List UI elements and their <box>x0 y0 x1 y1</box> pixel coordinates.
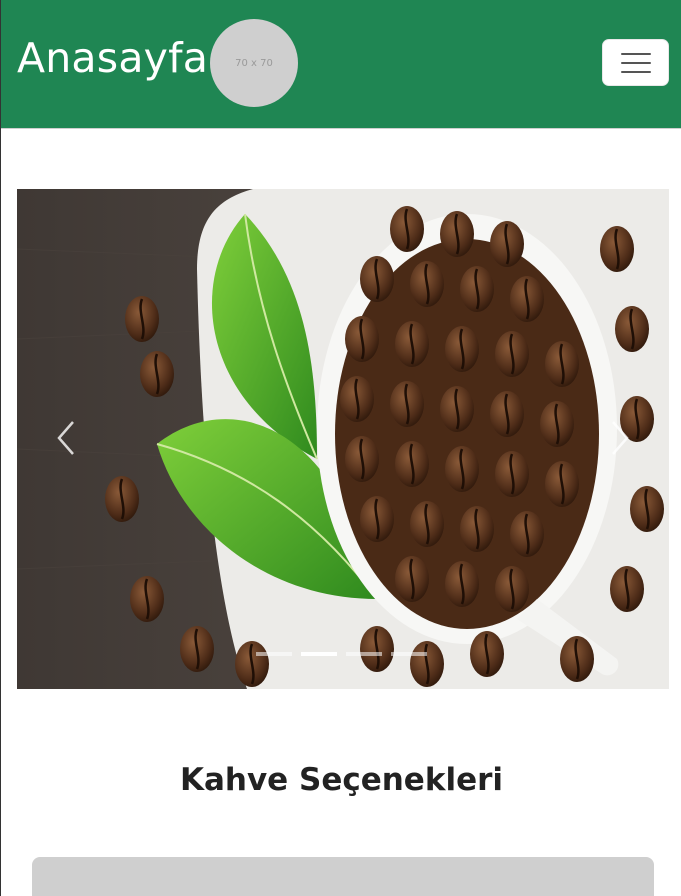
card-placeholder <box>32 857 654 896</box>
brand-link[interactable]: Anasayfa <box>17 38 208 79</box>
chevron-left-icon <box>57 421 74 455</box>
carousel-slide-image <box>17 189 669 689</box>
carousel-indicator[interactable] <box>391 652 427 656</box>
navbar-toggler-button[interactable] <box>602 39 669 86</box>
carousel-indicators <box>256 652 427 656</box>
hamburger-menu-icon-bar <box>620 70 651 73</box>
image-carousel <box>17 189 669 689</box>
carousel-indicator[interactable] <box>346 652 382 656</box>
hamburger-menu-icon-bar <box>620 61 651 64</box>
chevron-right-icon <box>612 421 629 455</box>
logo-placeholder: 70 x 70 <box>210 19 298 107</box>
section-title: Kahve Seçenekleri <box>179 762 504 798</box>
logo-placeholder-text: 70 x 70 <box>235 57 273 69</box>
carousel-indicator-active[interactable] <box>301 652 337 656</box>
carousel-prev-button[interactable] <box>51 418 81 458</box>
carousel-indicator[interactable] <box>256 652 292 656</box>
carousel-next-button[interactable] <box>605 418 635 458</box>
hamburger-menu-icon <box>620 52 651 55</box>
navbar: Anasayfa 70 x 70 <box>1 0 681 129</box>
